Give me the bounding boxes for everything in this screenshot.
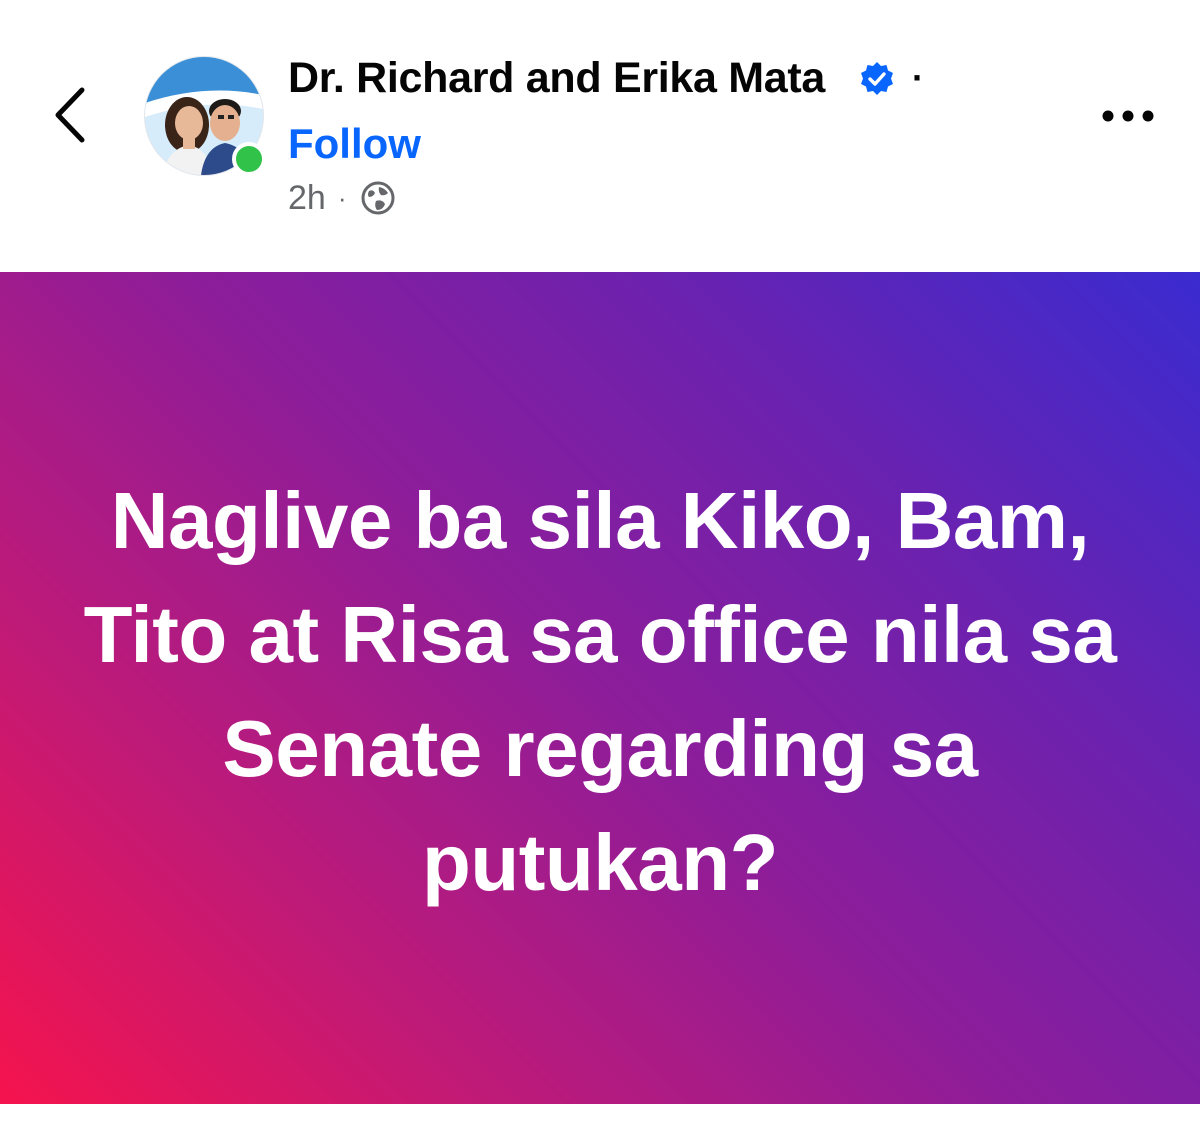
post-meta: 2h · bbox=[288, 172, 397, 224]
name-separator: · bbox=[912, 57, 924, 98]
avatar-container[interactable] bbox=[144, 56, 266, 176]
post-timestamp[interactable]: 2h bbox=[288, 179, 326, 218]
chevron-left-icon bbox=[55, 87, 85, 143]
more-horizontal-icon bbox=[1102, 110, 1154, 122]
online-status-indicator bbox=[232, 142, 266, 176]
follow-button[interactable]: Follow bbox=[288, 118, 421, 170]
author-name[interactable]: Dr. Richard and Erika Mata bbox=[288, 52, 825, 104]
post-text: Naglive ba sila Kiko, Bam, Tito at Risa … bbox=[83, 476, 1117, 907]
meta-separator: · bbox=[337, 182, 347, 213]
post-header: Dr. Richard and Erika Mata · Follow 2h · bbox=[0, 0, 1200, 272]
verified-badge-icon bbox=[861, 62, 893, 95]
post-view: Dr. Richard and Erika Mata · Follow 2h · bbox=[0, 0, 1200, 1127]
back-button[interactable] bbox=[40, 80, 100, 150]
globe-icon[interactable] bbox=[359, 179, 397, 217]
post-footer-spacer bbox=[0, 1104, 1200, 1127]
more-options-button[interactable] bbox=[1096, 92, 1160, 140]
post-content-card: Naglive ba sila Kiko, Bam, Tito at Risa … bbox=[0, 272, 1200, 1104]
